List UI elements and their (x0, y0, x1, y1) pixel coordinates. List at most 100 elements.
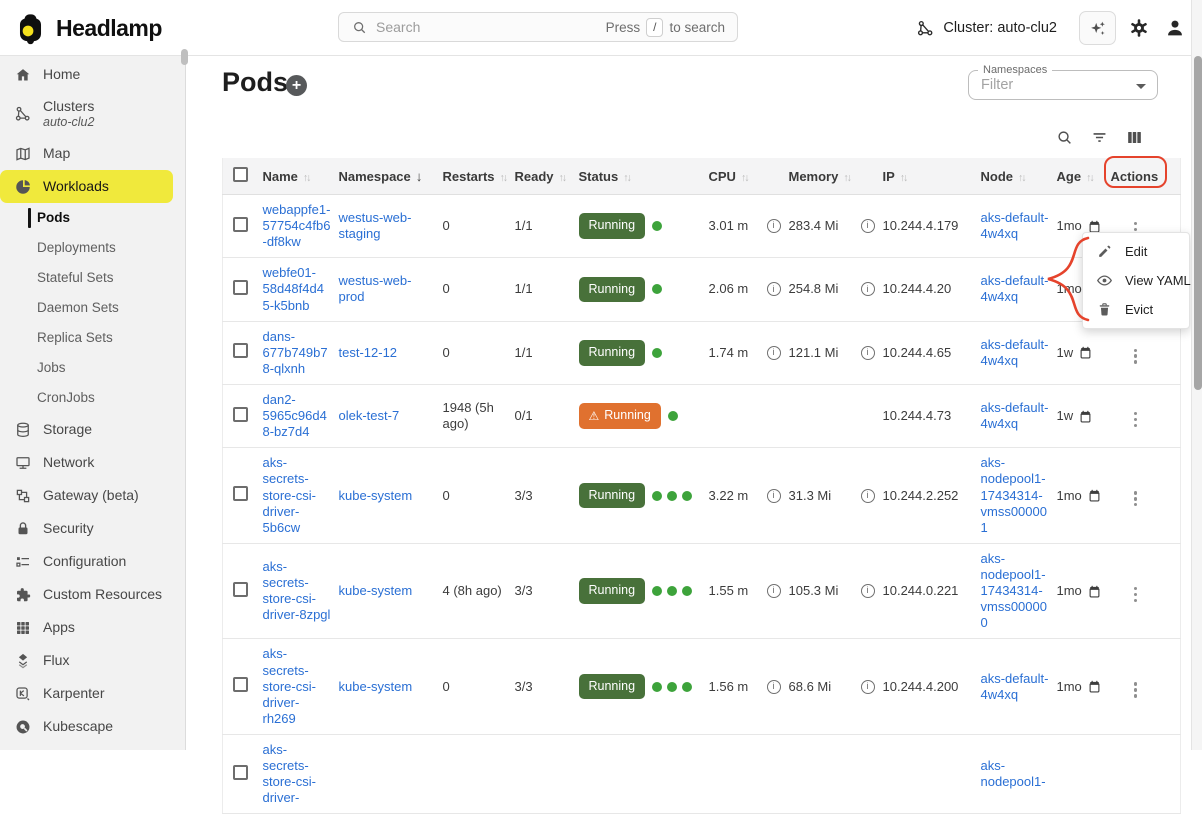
info-icon[interactable]: i (861, 346, 875, 360)
info-icon[interactable]: i (767, 346, 781, 360)
node-link[interactable]: aks-default-4w4xq (981, 671, 1049, 702)
sidebar-item-replica-sets[interactable]: Replica Sets (0, 323, 185, 353)
row-checkbox[interactable] (233, 217, 248, 232)
ai-assistant-button[interactable] (1079, 11, 1116, 45)
sidebar-item-stateful-sets[interactable]: Stateful Sets (0, 263, 185, 293)
node-link[interactable]: aks-default-4w4xq (981, 210, 1049, 241)
node-link[interactable]: aks-nodepool1-17434314-vmss000001 (981, 455, 1047, 534)
col-name[interactable]: Name↑↓ (263, 158, 339, 195)
info-icon[interactable]: i (767, 489, 781, 503)
settings-button[interactable] (1126, 15, 1152, 41)
namespace-link[interactable]: olek-test-7 (339, 408, 400, 423)
namespace-link[interactable]: westus-web-prod (339, 273, 412, 304)
row-actions-kebab-icon[interactable] (1128, 585, 1143, 604)
pod-name-link[interactable]: dans-677b749b78-qlxnh (263, 329, 328, 376)
row-checkbox[interactable] (233, 765, 248, 780)
sidebar-item-pods[interactable]: Pods (0, 203, 185, 233)
sidebar-item-workloads[interactable]: Workloads (0, 170, 173, 203)
menu-item-edit[interactable]: Edit (1083, 237, 1189, 266)
scrollbar-thumb[interactable] (1194, 56, 1202, 390)
info-icon[interactable]: i (861, 489, 875, 503)
row-actions-kebab-icon[interactable] (1128, 680, 1143, 699)
row-checkbox[interactable] (233, 486, 248, 501)
namespace-filter-select[interactable]: Namespaces Filter (968, 70, 1158, 100)
info-icon[interactable]: i (861, 680, 875, 694)
info-icon[interactable]: i (767, 680, 781, 694)
pod-name-link[interactable]: aks-secrets-store-csi-driver-8zpgl (263, 559, 331, 622)
sidebar-item-clusters[interactable]: Clustersauto-clu2 (0, 91, 185, 137)
sidebar-item-home[interactable]: Home (0, 58, 185, 91)
row-actions-kebab-icon[interactable] (1128, 347, 1143, 366)
row-actions-kebab-icon[interactable] (1128, 410, 1143, 429)
namespace-link[interactable]: kube-system (339, 679, 413, 694)
menu-item-view-yaml[interactable]: View YAML (1083, 266, 1189, 295)
info-icon[interactable]: i (861, 584, 875, 598)
info-icon[interactable]: i (767, 584, 781, 598)
node-link[interactable]: aks-nodepool1-17434314-vmss000000 (981, 551, 1047, 630)
sidebar-item-jobs[interactable]: Jobs (0, 353, 185, 383)
menu-item-evict[interactable]: Evict (1083, 295, 1189, 324)
sidebar-item-cronjobs[interactable]: CronJobs (0, 383, 185, 413)
node-link[interactable]: aks-default-4w4xq (981, 273, 1049, 304)
row-checkbox[interactable] (233, 582, 248, 597)
sidebar-item-configuration[interactable]: Configuration (0, 545, 185, 578)
col-ready[interactable]: Ready↑↓ (515, 158, 579, 195)
info-icon[interactable]: i (861, 219, 875, 233)
eye-icon (1096, 272, 1113, 289)
col-namespace[interactable]: Namespace↓ (339, 158, 443, 195)
col-node[interactable]: Node↑↓ (981, 158, 1057, 195)
select-all-checkbox[interactable] (233, 167, 248, 182)
column-label: Namespace (339, 169, 411, 184)
node-link[interactable]: aks-nodepool1- (981, 758, 1046, 789)
global-search-input[interactable]: Search Press / to search (338, 12, 738, 42)
info-icon[interactable]: i (767, 219, 781, 233)
namespace-link[interactable]: test-12-12 (339, 345, 398, 360)
sidebar-item-map[interactable]: Map (0, 137, 185, 170)
pod-name-link[interactable]: aks-secrets-store-csi-driver- (263, 742, 316, 805)
pod-name-link[interactable]: webappfe1-57754c4fb6-df8kw (263, 202, 331, 249)
col-cpu[interactable]: CPU↑↓ (709, 158, 789, 195)
table-tool-columns-icon[interactable] (1125, 128, 1144, 147)
sidebar-item-apps[interactable]: Apps (0, 611, 185, 644)
sidebar-item-daemon-sets[interactable]: Daemon Sets (0, 293, 185, 323)
sidebar-item-flux[interactable]: Flux (0, 644, 185, 677)
sidebar-item-security[interactable]: Security (0, 512, 185, 545)
col-age[interactable]: Age↑↓ (1057, 158, 1111, 195)
pod-name-link[interactable]: webfe01-58d48f4d45-k5bnb (263, 265, 324, 312)
node-link[interactable]: aks-default-4w4xq (981, 400, 1049, 431)
col-status[interactable]: Status↑↓ (579, 158, 709, 195)
sidebar-item-gateway[interactable]: Gateway (beta) (0, 479, 185, 512)
node-link[interactable]: aks-default-4w4xq (981, 337, 1049, 368)
namespace-link[interactable]: kube-system (339, 488, 413, 503)
cell-name: dan2-5965c96d48-bz7d4 (263, 384, 339, 447)
table-tool-filter-icon[interactable] (1090, 128, 1109, 147)
pod-name-link[interactable]: dan2-5965c96d48-bz7d4 (263, 392, 327, 439)
row-checkbox[interactable] (233, 677, 248, 692)
sidebar-resize-handle[interactable] (181, 49, 188, 65)
create-pod-button[interactable]: + (286, 75, 307, 96)
sidebar-item-label: Pods (37, 210, 70, 226)
sidebar-item-storage[interactable]: Storage (0, 413, 185, 446)
row-checkbox[interactable] (233, 280, 248, 295)
col-memory[interactable]: Memory↑↓ (789, 158, 883, 195)
sidebar-item-karpenter[interactable]: Karpenter (0, 677, 185, 710)
table-tool-search-icon[interactable] (1055, 128, 1074, 147)
namespace-link[interactable]: kube-system (339, 583, 413, 598)
sidebar-item-kubescape[interactable]: Kubescape (0, 710, 185, 743)
namespace-link[interactable]: westus-web-staging (339, 210, 412, 241)
sidebar-item-custom-resources[interactable]: Custom Resources (0, 578, 185, 611)
info-icon[interactable]: i (767, 282, 781, 296)
sidebar-item-network[interactable]: Network (0, 446, 185, 479)
col-restarts[interactable]: Restarts↑↓ (443, 158, 515, 195)
headlamp-brand[interactable]: Headlamp (14, 0, 162, 56)
row-checkbox[interactable] (233, 407, 248, 422)
account-button[interactable] (1162, 15, 1188, 41)
pod-name-link[interactable]: aks-secrets-store-csi-driver-5b6cw (263, 455, 316, 534)
row-actions-kebab-icon[interactable] (1128, 489, 1143, 508)
col-ip[interactable]: IP↑↓ (883, 158, 981, 195)
sidebar-item-deployments[interactable]: Deployments (0, 233, 185, 263)
info-icon[interactable]: i (861, 282, 875, 296)
cluster-selector[interactable]: Cluster: auto-clu2 (916, 19, 1057, 38)
pod-name-link[interactable]: aks-secrets-store-csi-driver-rh269 (263, 646, 316, 725)
row-checkbox[interactable] (233, 343, 248, 358)
